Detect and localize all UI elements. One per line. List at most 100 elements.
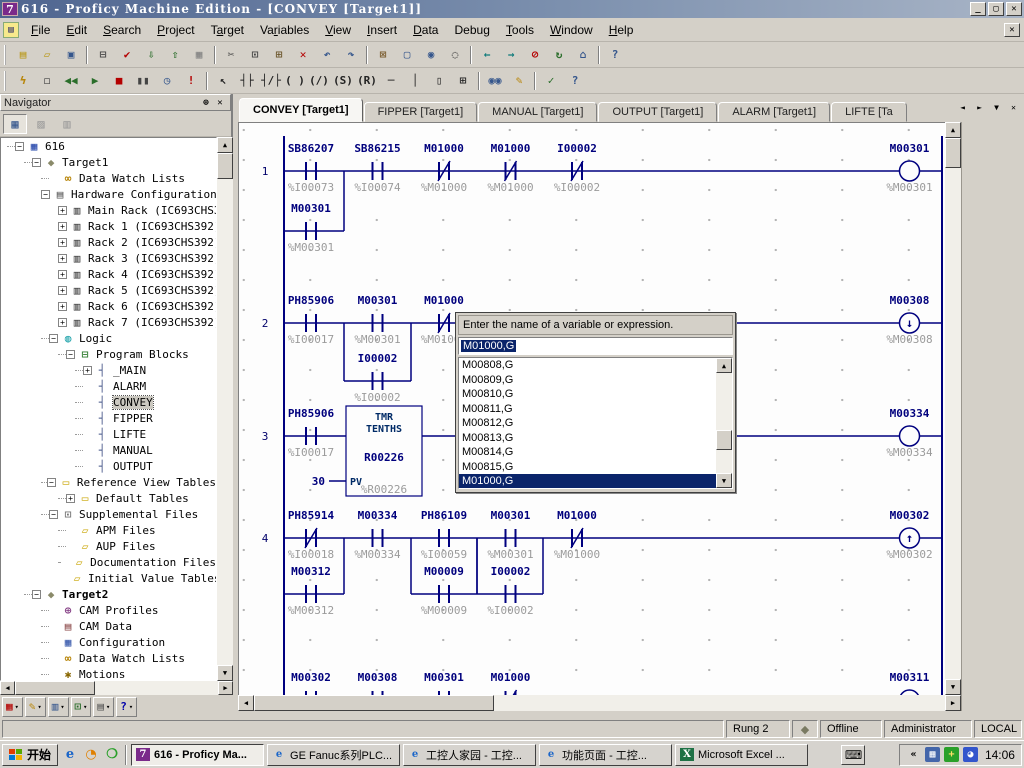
variable-list-item[interactable]: M00808,G [459, 358, 717, 373]
tree-row[interactable]: ⊕CAM Profiles [1, 602, 216, 618]
expand-minus-icon[interactable]: − [49, 510, 58, 519]
menu-debug[interactable]: Debug [446, 20, 497, 40]
variable-list-item[interactable]: M00809,G [459, 373, 717, 388]
menu-help[interactable]: Help [601, 20, 642, 40]
undo-icon[interactable]: ↶ [316, 45, 338, 65]
menu-search[interactable]: Search [95, 20, 149, 40]
tree-row[interactable]: +▥Rack 6 (IC693CHS392) [1, 298, 216, 314]
variable-list-item[interactable]: M00811,G [459, 402, 717, 417]
menu-project[interactable]: Project [149, 20, 202, 40]
start-button[interactable]: 开始 [2, 744, 58, 766]
edit-tools-button[interactable]: ✎▾ [25, 697, 46, 717]
io-view-icon[interactable]: ▥ [55, 114, 79, 134]
variable-list-item[interactable]: M01001,G [459, 489, 717, 490]
print-icon[interactable]: ⊟ [92, 45, 114, 65]
halt-icon[interactable]: ■ [108, 71, 130, 91]
cut-icon[interactable]: ✂ [220, 45, 242, 65]
coil[interactable] [900, 426, 920, 446]
mdi-document-icon[interactable]: ▤ [3, 22, 19, 38]
tree-row[interactable]: ▱APM Files [1, 522, 216, 538]
upload-icon[interactable]: ⇧ [164, 45, 186, 65]
function-block-tool-icon[interactable]: ▯ [428, 71, 450, 91]
expand-plus-icon[interactable]: + [58, 238, 67, 247]
tab-convey[interactable]: CONVEY [Target1] [239, 98, 363, 122]
expand-plus-icon[interactable]: + [58, 286, 67, 295]
tree-row[interactable]: +▥Rack 7 (IC693CHS392) [1, 314, 216, 330]
download-icon[interactable]: ⇩ [140, 45, 162, 65]
network-status-icon[interactable]: ▦ [925, 747, 940, 762]
tree-row[interactable]: ∞Data Watch Lists [1, 650, 216, 666]
open-project-icon[interactable]: ▱ [36, 45, 58, 65]
variables-view-icon[interactable]: ▦ [3, 114, 27, 134]
expand-plus-icon[interactable]: + [58, 254, 67, 263]
expand-plus-icon[interactable]: + [58, 270, 67, 279]
ie-quicklaunch-icon[interactable]: e [61, 746, 79, 764]
scroll-down-icon[interactable]: ▼ [217, 665, 233, 681]
expand-minus-icon[interactable]: − [32, 590, 41, 599]
pause-icon[interactable]: ▮▮ [132, 71, 154, 91]
minimize-button[interactable]: _ [970, 2, 986, 16]
variable-list-item[interactable]: M00814,G [459, 445, 717, 460]
stop-mode-icon[interactable]: ◻ [36, 71, 58, 91]
tree-row[interactable]: −▤Hardware Configuration [1, 186, 216, 202]
taskbar-task[interactable]: eGE Fanuc系列PLC... [267, 744, 400, 766]
menu-insert[interactable]: Insert [359, 20, 405, 40]
ime-keyboard-icon[interactable]: ⌨ [841, 745, 865, 765]
forward-icon[interactable]: → [500, 45, 522, 65]
scroll-up-icon[interactable]: ▲ [945, 122, 961, 138]
call-tool-icon[interactable]: ⊞ [452, 71, 474, 91]
dropdown-arrow-icon[interactable]: ▾ [129, 703, 133, 711]
go-first-icon[interactable]: ◀◀ [60, 71, 82, 91]
variable-name-input[interactable]: M01000,G [458, 337, 733, 355]
refresh-icon[interactable]: ↻ [548, 45, 570, 65]
tree-row[interactable]: ▦Configuration [1, 634, 216, 650]
tab-lifte[interactable]: LIFTE [Ta [831, 102, 907, 122]
inspector-icon[interactable]: ▢ [396, 45, 418, 65]
data-watch-icon[interactable]: ◉ [420, 45, 442, 65]
tree-row[interactable]: −⊟Program Blocks [1, 346, 216, 362]
tree-row[interactable]: ┤LIFTE [1, 426, 216, 442]
feedback-zone-button[interactable]: ⊡▾ [71, 697, 92, 717]
paste-icon[interactable]: ⊞ [268, 45, 290, 65]
expand-plus-icon[interactable]: + [66, 494, 75, 503]
tree-row[interactable]: ▱Initial Value Tables [1, 570, 216, 586]
tree-row[interactable]: ✱Motions [1, 666, 216, 681]
scroll-thumb[interactable] [254, 695, 494, 711]
collapse-chevron-icon[interactable]: « [906, 747, 921, 762]
dropdown-arrow-icon[interactable]: ▾ [15, 703, 19, 711]
wire-horizontal-tool-icon[interactable]: ─ [380, 71, 402, 91]
stop-nav-icon[interactable]: ⊘ [524, 45, 546, 65]
scroll-thumb[interactable] [716, 430, 732, 450]
close-button[interactable]: ✕ [1006, 2, 1022, 16]
tab-close-icon[interactable]: ✕ [1006, 100, 1021, 115]
expand-minus-icon[interactable]: − [32, 158, 41, 167]
wire-vertical-tool-icon[interactable]: │ [404, 71, 426, 91]
expand-plus-icon[interactable]: + [58, 318, 67, 327]
taskbar-task[interactable]: e功能页面 - 工控... [539, 744, 672, 766]
tree-row[interactable]: ┤FIPPER [1, 410, 216, 426]
monitor-button[interactable]: ▥▾ [48, 697, 69, 717]
expand-plus-icon[interactable]: + [58, 222, 67, 231]
timer-icon[interactable]: ◷ [156, 71, 178, 91]
taskbar-task[interactable]: e工控人家园 - 工控... [403, 744, 536, 766]
menu-edit[interactable]: Edit [58, 20, 95, 40]
menu-tools[interactable]: Tools [498, 20, 542, 40]
tree-row[interactable]: ▱Documentation Files [1, 554, 216, 570]
close-icon[interactable]: ✕ [213, 96, 227, 109]
run-mode-icon[interactable]: ϟ [12, 71, 34, 91]
tree-row[interactable]: ┤ALARM [1, 378, 216, 394]
restore-button[interactable]: ▢ [988, 2, 1004, 16]
scroll-thumb[interactable] [217, 153, 233, 179]
tab-manual[interactable]: MANUAL [Target1] [478, 102, 597, 122]
tabs-list-icon[interactable]: ▼ [989, 100, 1004, 115]
variable-list-item[interactable]: M01000,G [459, 474, 717, 489]
tree-row[interactable]: +▥Rack 4 (IC693CHS392) [1, 266, 216, 282]
validate-icon[interactable]: ✔ [116, 45, 138, 65]
expand-plus-icon[interactable]: + [58, 206, 67, 215]
edit-pen-icon[interactable]: ✎ [508, 71, 530, 91]
pin-icon[interactable]: ⊕ [199, 96, 213, 109]
find-in-blocks-icon[interactable]: ◉◉ [484, 71, 506, 91]
toolchest-icon[interactable]: ⊠ [372, 45, 394, 65]
delete-icon[interactable]: ✕ [292, 45, 314, 65]
tree-row[interactable]: +▥Rack 2 (IC693CHS392) [1, 234, 216, 250]
